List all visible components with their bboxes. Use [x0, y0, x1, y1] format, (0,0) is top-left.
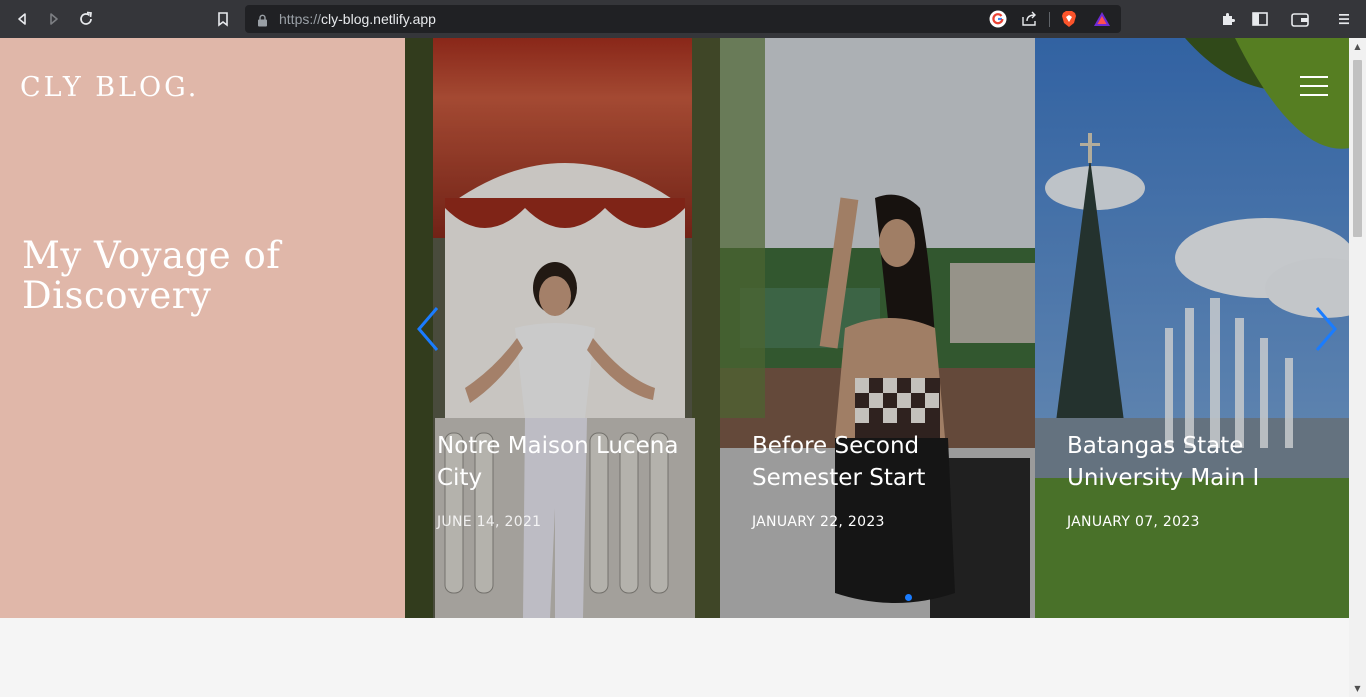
reload-icon[interactable] — [76, 9, 96, 29]
slide-photo — [720, 38, 1035, 618]
carousel-slide[interactable]: Before Second Semester Start JANUARY 22,… — [720, 38, 1035, 618]
carousel-next-icon[interactable] — [1311, 306, 1341, 352]
carousel-prev-icon[interactable] — [413, 306, 443, 352]
site-logo[interactable]: CLY BLOG. — [20, 72, 199, 103]
sidebar-icon[interactable] — [1250, 9, 1270, 29]
slide-title[interactable]: Before Second Semester Start — [752, 430, 1012, 496]
back-icon[interactable] — [12, 9, 32, 29]
menu-icon[interactable] — [1334, 9, 1354, 29]
address-bar[interactable]: https://cly-blog.netlify.app — [245, 5, 1121, 33]
browser-toolbar: https://cly-blog.netlify.app — [0, 0, 1366, 38]
brave-shield-icon[interactable] — [1059, 9, 1079, 29]
post-carousel[interactable]: Notre Maison Lucena City JUNE 14, 2021 B… — [405, 38, 1349, 618]
page-content: CLY BLOG. My Voyage of Discovery Notre M… — [0, 38, 1349, 697]
url-text: https://cly-blog.netlify.app — [279, 11, 436, 27]
lock-icon[interactable] — [257, 12, 268, 31]
google-icon[interactable] — [988, 9, 1008, 29]
hero-title: My Voyage of Discovery — [22, 234, 281, 317]
share-icon[interactable] — [1019, 9, 1039, 29]
wallet-icon[interactable] — [1290, 9, 1310, 29]
scroll-down-icon[interactable]: ▼ — [1353, 684, 1362, 693]
scrollbar-thumb[interactable] — [1353, 60, 1362, 237]
page-scrollbar[interactable]: ▲ ▼ — [1349, 38, 1366, 697]
slide-photo — [1035, 38, 1349, 618]
brave-rewards-icon[interactable] — [1092, 9, 1112, 29]
slide-date: JANUARY 07, 2023 — [1067, 514, 1200, 530]
forward-icon[interactable] — [44, 9, 64, 29]
carousel-dot-active[interactable] — [905, 594, 912, 601]
scroll-up-icon[interactable]: ▲ — [1353, 42, 1362, 51]
slide-title[interactable]: Notre Maison Lucena City — [437, 430, 697, 496]
slide-date: JUNE 14, 2021 — [437, 514, 542, 530]
extensions-icon[interactable] — [1218, 9, 1238, 29]
slide-photo — [405, 38, 720, 618]
slide-date: JANUARY 22, 2023 — [752, 514, 885, 530]
omnibox-divider — [1049, 12, 1050, 27]
hamburger-menu-icon[interactable] — [1300, 76, 1328, 96]
carousel-slide[interactable]: Batangas State University Main I JANUARY… — [1035, 38, 1349, 618]
slide-title[interactable]: Batangas State University Main I — [1067, 430, 1327, 496]
bookmark-icon[interactable] — [213, 9, 233, 29]
carousel-slide[interactable]: Notre Maison Lucena City JUNE 14, 2021 — [405, 38, 720, 618]
hero-panel: CLY BLOG. My Voyage of Discovery — [0, 38, 405, 618]
